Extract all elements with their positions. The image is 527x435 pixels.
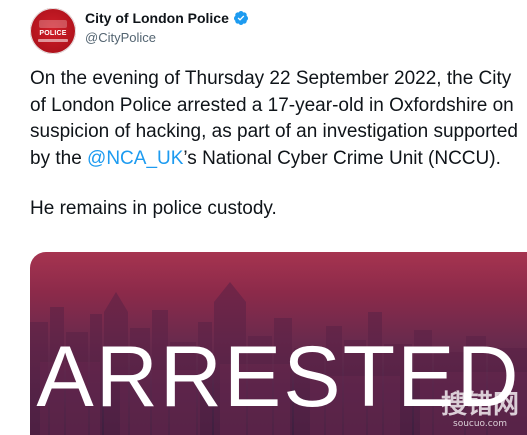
tweet-text-part-2: ’s National Cyber Crime Unit (NCCU). bbox=[183, 147, 501, 169]
name-row: City of London Police bbox=[85, 10, 249, 26]
tweet-text: On the evening of Thursday 22 September … bbox=[30, 66, 520, 223]
watermark-sub: soucuo.com bbox=[453, 419, 507, 429]
verified-badge-icon bbox=[233, 10, 249, 26]
display-name[interactable]: City of London Police bbox=[85, 10, 229, 26]
tweet-media-image[interactable]: ARRESTED 搜错网 soucuo.com bbox=[30, 252, 527, 435]
mention-link[interactable]: @NCA_UK bbox=[87, 148, 183, 169]
watermark-main: 搜错网 bbox=[440, 390, 519, 420]
tweet-paragraph-2: He remains in police custody. bbox=[30, 198, 277, 219]
tweet-paragraph-1: On the evening of Thursday 22 September … bbox=[30, 66, 520, 172]
avatar-logo-bar bbox=[38, 39, 68, 42]
tweet: POLICE City of London Police @CityPolice… bbox=[0, 0, 527, 435]
avatar-crest-bar bbox=[39, 20, 67, 28]
avatar-logo-text: POLICE bbox=[39, 30, 67, 37]
watermark: 搜错网 soucuo.com bbox=[441, 392, 519, 429]
handle[interactable]: @CityPolice bbox=[85, 30, 156, 45]
avatar[interactable]: POLICE bbox=[30, 8, 76, 54]
